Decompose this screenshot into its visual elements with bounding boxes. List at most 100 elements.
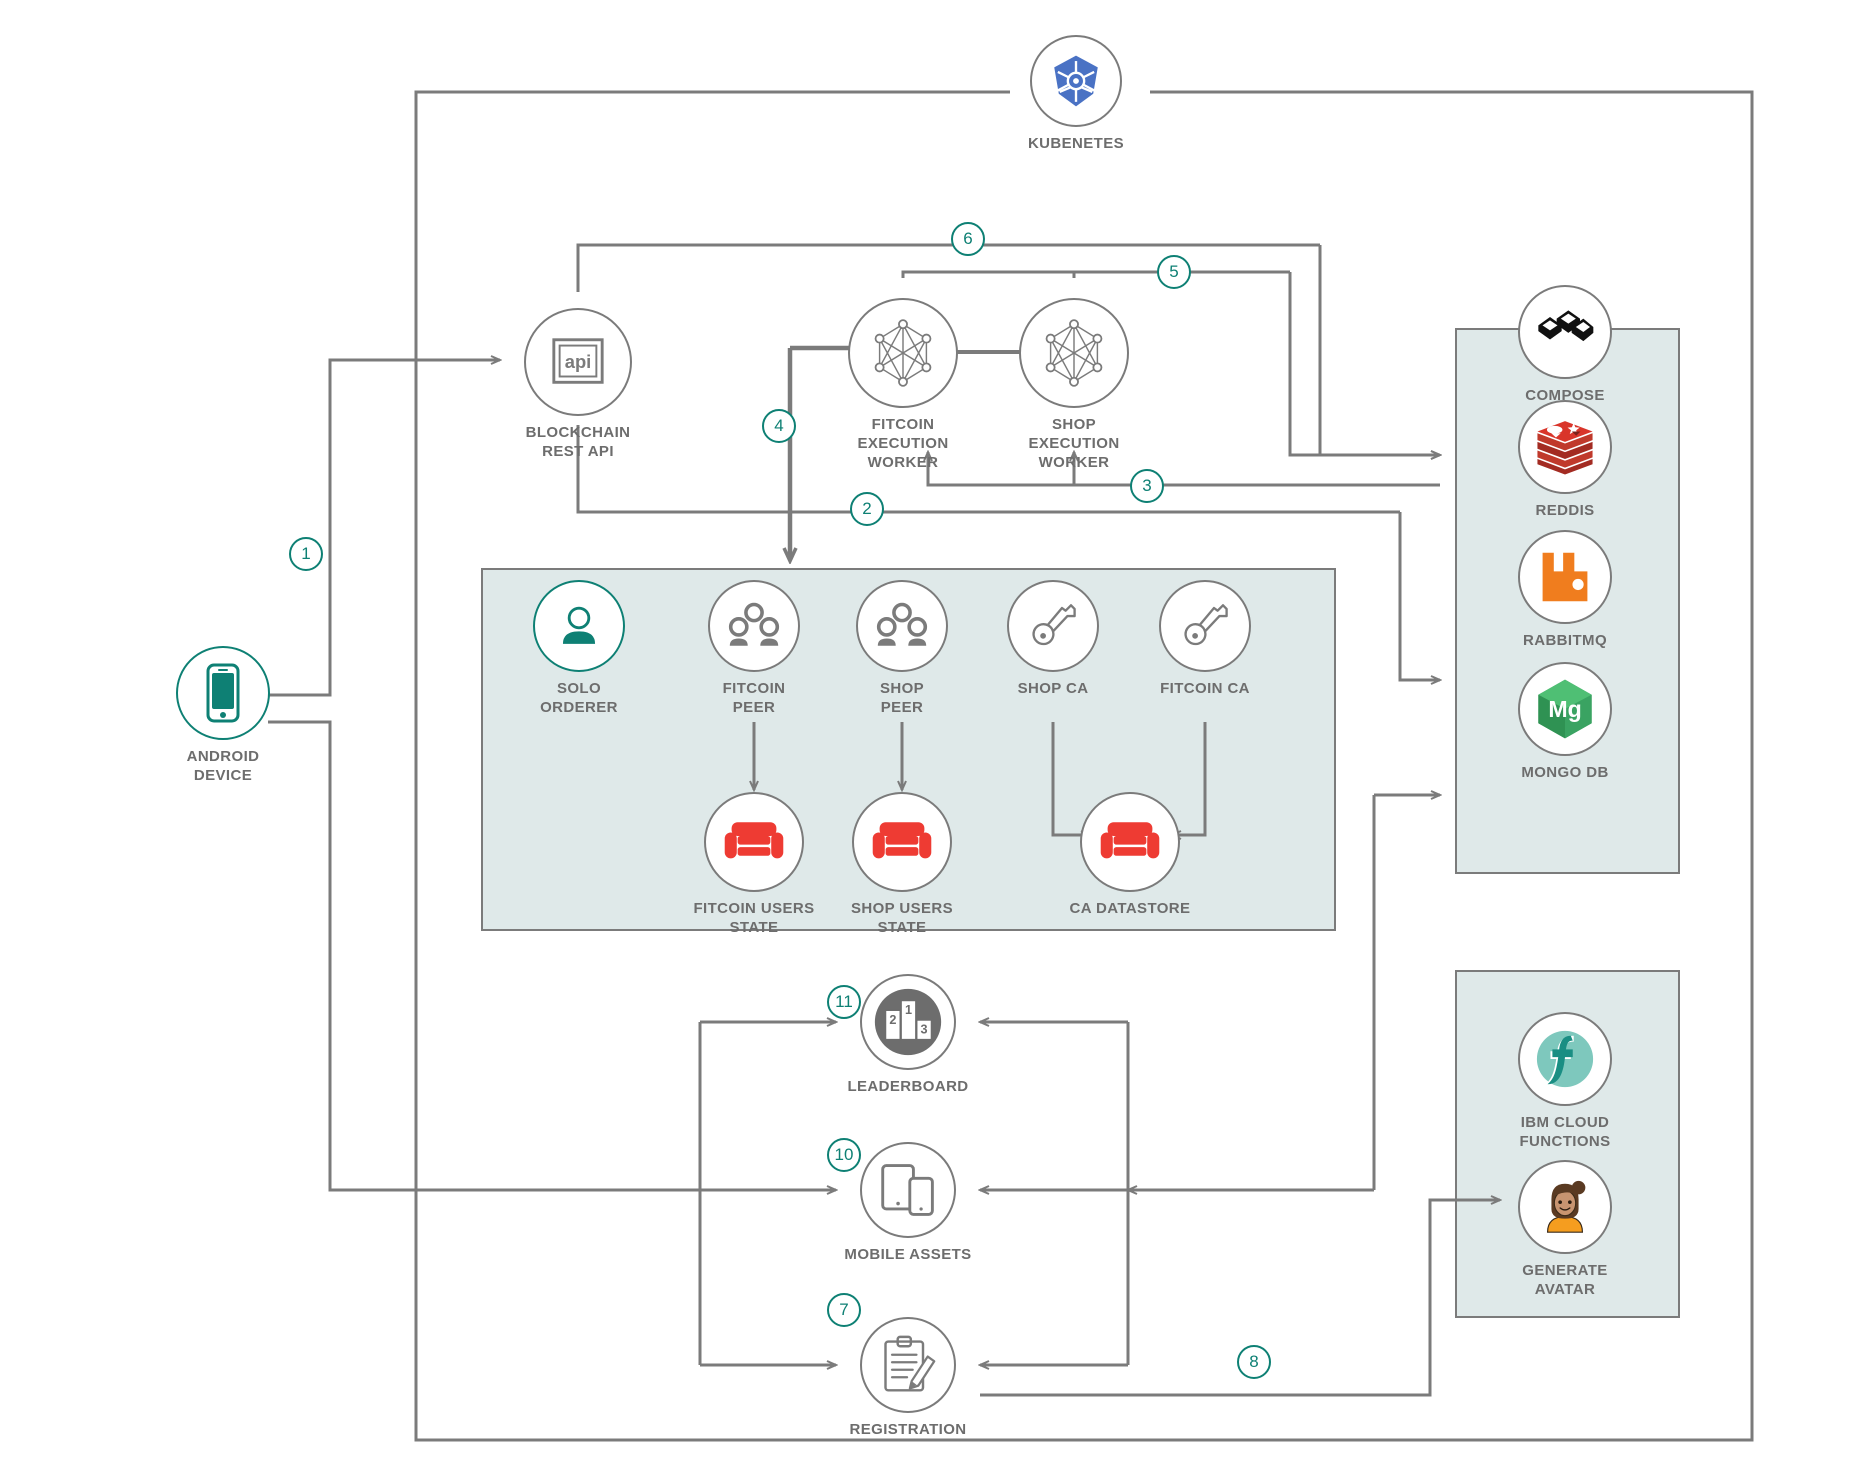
node-label: SHOP EXECUTION WORKER <box>1028 416 1119 472</box>
node-solo-orderer[interactable]: SOLO ORDERER <box>533 580 625 716</box>
node-kubernetes[interactable]: KUBENETES <box>1028 35 1124 152</box>
node-ca-datastore[interactable]: CA DATASTORE <box>1070 792 1190 917</box>
node-fitcoin-peer[interactable]: FITCOIN PEER <box>708 580 800 716</box>
mobile-phone-icon <box>206 663 240 723</box>
key-icon <box>1184 604 1228 646</box>
key-icon <box>1032 604 1076 646</box>
node-shop-peer[interactable]: SHOP PEER <box>856 580 948 716</box>
node-label: LEADERBOARD <box>847 1078 969 1095</box>
node-label-line1: FITCOIN USERS <box>693 900 815 917</box>
mobile-assets-disc <box>860 1142 956 1238</box>
mongodb-mg-icon: Mg <box>1538 679 1592 739</box>
node-mongo-db[interactable]: Mg MONGO DB <box>1518 662 1612 781</box>
api-box-icon: api <box>552 338 604 384</box>
node-label: REDDIS <box>1535 502 1595 519</box>
node-label: FITCOIN USERS STATE <box>693 900 814 938</box>
step-badge-4[interactable]: 4 <box>762 409 796 443</box>
shop-execution-worker-disc <box>1019 298 1129 408</box>
node-label: BLOCKCHAIN REST API <box>526 424 631 462</box>
node-generate-avatar[interactable]: GENERATE AVATAR <box>1518 1160 1612 1298</box>
solo-orderer-disc <box>533 580 625 672</box>
node-label: MOBILE ASSETS <box>844 1246 972 1263</box>
registration-disc <box>860 1317 956 1413</box>
compose-diamonds-icon <box>1538 310 1594 342</box>
node-label-line1: FITCOIN <box>871 416 935 433</box>
node-reddis[interactable]: REDDIS <box>1518 400 1612 519</box>
node-label-line2: PEER <box>732 698 776 716</box>
node-registration[interactable]: REGISTRATION <box>849 1317 966 1438</box>
people-group-icon <box>876 602 928 646</box>
node-label: SHOP USERS STATE <box>851 900 953 938</box>
reddis-disc <box>1518 400 1612 494</box>
step-badge-6[interactable]: 6 <box>951 222 985 256</box>
node-label-line1: SHOP <box>879 680 925 697</box>
node-blockchain-rest-api[interactable]: api BLOCKCHAIN REST API <box>524 308 632 460</box>
node-label-line2: AVATAR <box>1534 1280 1596 1298</box>
node-label: IBM CLOUD FUNCTIONS <box>1519 1114 1610 1152</box>
node-ibm-cloud-functions[interactable]: IBM CLOUD FUNCTIONS <box>1518 1012 1612 1150</box>
node-label: FITCOIN PEER <box>723 680 786 718</box>
network-mesh-icon <box>874 319 932 387</box>
node-label-line2: DEVICE <box>193 766 253 784</box>
mongo-db-disc: Mg <box>1518 662 1612 756</box>
step-badge-5[interactable]: 5 <box>1157 255 1191 289</box>
node-label-line3: WORKER <box>1038 453 1110 471</box>
svg-text:3: 3 <box>921 1023 928 1037</box>
node-label: SHOP PEER <box>880 680 924 718</box>
node-label-line1: GENERATE <box>1522 1262 1608 1279</box>
node-label: ANDROID DEVICE <box>187 748 260 786</box>
avatar-person-icon <box>1546 1180 1586 1233</box>
node-label: KUBENETES <box>1027 135 1125 152</box>
node-leaderboard[interactable]: 1 2 3 LEADERBOARD <box>847 974 968 1095</box>
network-mesh-icon <box>1045 319 1103 387</box>
ibm-cloud-functions-disc <box>1518 1012 1612 1106</box>
node-label: RABBITMQ <box>1522 632 1608 649</box>
node-label: CA DATASTORE <box>1069 900 1191 917</box>
node-shop-execution-worker[interactable]: SHOP EXECUTION WORKER <box>1019 298 1129 471</box>
ibm-cloud-functions-f-icon <box>1536 1030 1594 1088</box>
node-label-line1: IBM CLOUD <box>1520 1114 1610 1131</box>
step-badge-1[interactable]: 1 <box>289 537 323 571</box>
tablet-phone-icon <box>881 1164 934 1216</box>
node-rabbitmq[interactable]: RABBITMQ <box>1518 530 1612 649</box>
fitcoin-users-state-disc <box>704 792 804 892</box>
step-badge-11[interactable]: 11 <box>827 985 861 1019</box>
node-fitcoin-execution-worker[interactable]: FITCOIN EXECUTION WORKER <box>848 298 958 471</box>
node-shop-users-state[interactable]: SHOP USERS STATE <box>851 792 953 936</box>
fitcoin-execution-worker-disc <box>848 298 958 408</box>
couchdb-couch-icon <box>872 822 932 859</box>
step-badge-7[interactable]: 7 <box>827 1293 861 1327</box>
svg-text:2: 2 <box>889 1013 896 1027</box>
node-label-line1: SHOP <box>1051 416 1097 433</box>
node-compose[interactable]: COMPOSE <box>1518 285 1612 404</box>
redis-stack-icon <box>1537 421 1593 475</box>
shop-peer-disc <box>856 580 948 672</box>
node-label-line2: PEER <box>880 698 924 716</box>
svg-text:api: api <box>565 351 592 372</box>
node-label: MONGO DB <box>1521 764 1609 781</box>
node-label-line2: ORDERER <box>540 698 618 716</box>
node-label-line2: STATE <box>729 918 779 936</box>
leaderboard-disc: 1 2 3 <box>860 974 956 1070</box>
node-label-line1: FITCOIN <box>722 680 786 697</box>
node-fitcoin-ca[interactable]: FITCOIN CA <box>1159 580 1251 697</box>
podium-ranking-icon: 1 2 3 <box>874 988 942 1056</box>
step-badge-10[interactable]: 10 <box>827 1138 861 1172</box>
generate-avatar-disc <box>1518 1160 1612 1254</box>
node-fitcoin-users-state[interactable]: FITCOIN USERS STATE <box>693 792 814 936</box>
node-label: FITCOIN CA <box>1160 680 1250 697</box>
svg-text:1: 1 <box>905 1003 912 1017</box>
kubernetes-disc <box>1030 35 1122 127</box>
node-label-line2: STATE <box>877 918 927 936</box>
step-badge-2[interactable]: 2 <box>850 492 884 526</box>
node-shop-ca[interactable]: SHOP CA <box>1007 580 1099 697</box>
step-badge-8[interactable]: 8 <box>1237 1345 1271 1379</box>
architecture-diagram: KUBENETES ANDROID DEVICE api BLOCKCHAIN … <box>0 0 1863 1477</box>
couchdb-couch-icon <box>724 822 784 859</box>
people-group-icon <box>728 602 780 646</box>
node-android-device[interactable]: ANDROID DEVICE <box>176 646 270 784</box>
step-badge-3[interactable]: 3 <box>1130 469 1164 503</box>
node-mobile-assets[interactable]: MOBILE ASSETS <box>844 1142 971 1263</box>
node-label: FITCOIN EXECUTION WORKER <box>857 416 948 472</box>
node-label-line1: BLOCKCHAIN <box>525 424 631 441</box>
